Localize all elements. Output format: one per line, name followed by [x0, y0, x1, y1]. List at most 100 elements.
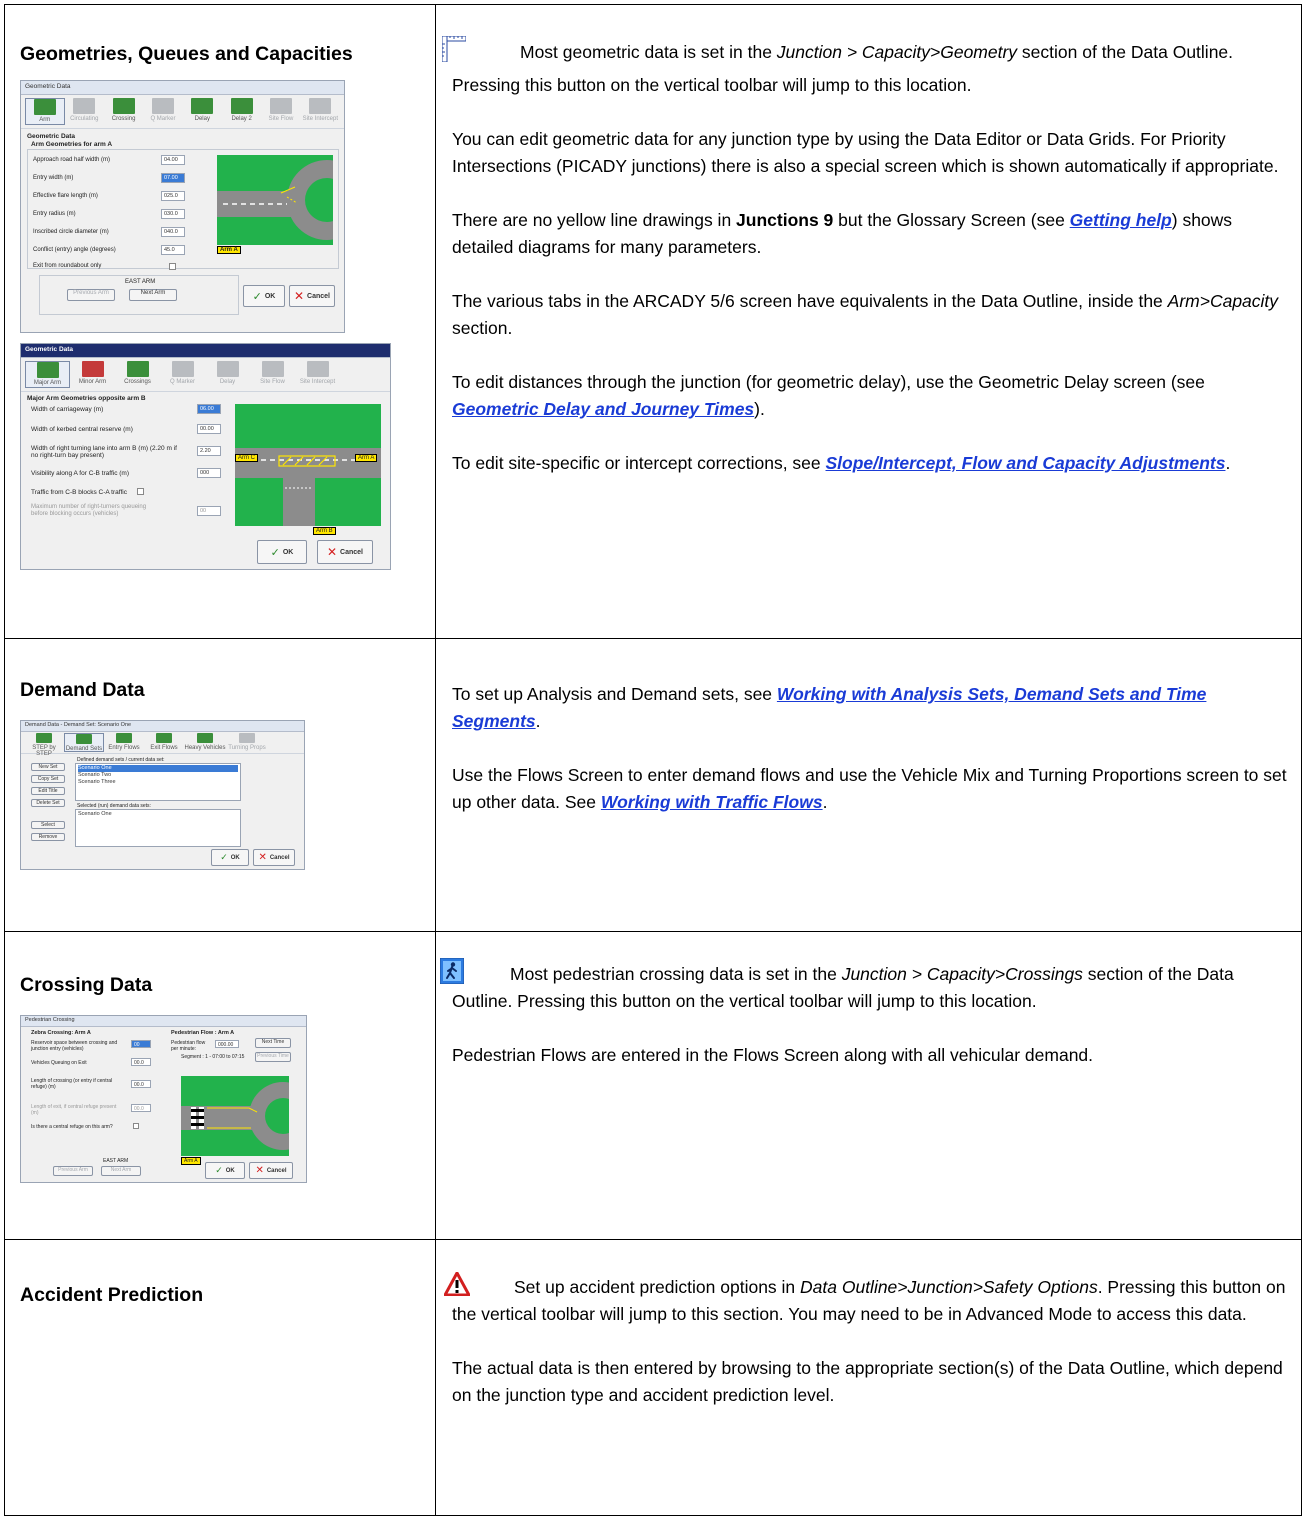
- traffic-flows-link[interactable]: Working with Traffic Flows: [601, 792, 823, 812]
- window-title: Demand Data - Demand Set: Scenario One: [21, 721, 304, 732]
- field-input: 04.00: [161, 155, 185, 165]
- crossings-tab-icon: [126, 361, 149, 377]
- field-input: 030.0: [161, 209, 185, 219]
- window-title: Geometric Data: [21, 81, 344, 95]
- site-flow-tab-icon: [269, 98, 292, 114]
- selected-sets-list: Scenario One: [75, 809, 241, 847]
- field-label: Width of kerbed central reserve (m): [31, 426, 133, 433]
- field-input: 06.00: [197, 404, 221, 414]
- paragraph: The various tabs in the ARCADY 5/6 scree…: [452, 291, 1279, 338]
- tab-entry-flows: Entry Flows: [104, 733, 144, 752]
- getting-help-link[interactable]: Getting help: [1070, 210, 1172, 230]
- entry-flows-tab-icon: [116, 733, 132, 743]
- row-crossing: Crossing Data Pedestrian Crossing Zebra …: [4, 931, 1302, 1240]
- cancel-button: ✕ Cancel: [289, 285, 335, 307]
- demand-data-screenshot: Demand Data - Demand Set: Scenario One S…: [20, 720, 305, 870]
- step-tab-icon: [36, 733, 52, 743]
- tab-strip: STEP by STEP Demand Sets Entry Flows Exi…: [21, 732, 304, 757]
- tab-minor-arm: Minor Arm: [70, 361, 115, 388]
- field-label: Conflict (entry) angle (degrees): [33, 247, 116, 253]
- checkbox: [169, 263, 176, 270]
- geometry-ruler-icon: [441, 35, 474, 68]
- field-label: Vehicles Queuing on Exit: [31, 1060, 87, 1066]
- delete-set-button: Delete Set: [31, 799, 65, 807]
- list-item: Scenario One: [78, 765, 238, 772]
- right-cell-accident: Set up accident prediction options in Da…: [435, 1239, 1302, 1516]
- tab-delay: Delay: [183, 98, 222, 125]
- left-cell-accident: Accident Prediction: [4, 1239, 436, 1516]
- paragraph: Set up accident prediction options in Da…: [443, 1271, 1289, 1328]
- tab-arm: Arm: [25, 98, 65, 125]
- paragraph: To edit distances through the junction (…: [452, 372, 1205, 419]
- field-input: 00: [197, 506, 221, 516]
- group-title: Geometric Data: [27, 133, 76, 140]
- delay-2-tab-icon: [230, 98, 253, 114]
- check-icon: ✓: [252, 290, 262, 303]
- arm-tab-icon: [33, 99, 56, 115]
- cancel-button: ✕ Cancel: [249, 1162, 293, 1179]
- field-label: Width of carriageway (m): [31, 406, 104, 413]
- q-marker-tab-icon: [171, 361, 194, 377]
- field-label: Effective flare length (m): [33, 193, 98, 199]
- section-heading: Demand Data: [20, 679, 145, 701]
- geometric-delay-link[interactable]: Geometric Delay and Journey Times: [452, 399, 754, 419]
- tab-circulating: Circulating: [65, 98, 104, 125]
- checkbox: [133, 1123, 139, 1129]
- cancel-button: ✕ Cancel: [317, 540, 373, 564]
- section-heading: Geometries, Queues and Capacities: [20, 43, 353, 65]
- footer-label: EAST ARM: [125, 279, 156, 285]
- crossing-tab-icon: [112, 98, 135, 114]
- ped-flow-input: 000.00: [215, 1040, 239, 1048]
- site-intercept-tab-icon: [306, 361, 329, 377]
- section-heading: Crossing Data: [20, 974, 153, 996]
- site-flow-tab-icon: [261, 361, 284, 377]
- turning-props-tab-icon: [239, 733, 255, 743]
- ped-flow-label: Pedestrian flow per minute:: [171, 1040, 206, 1052]
- new-set-button: New Set: [31, 763, 65, 771]
- next-arm-button: Next Arm: [101, 1166, 141, 1176]
- left-cell-crossing: Crossing Data Pedestrian Crossing Zebra …: [4, 931, 436, 1240]
- ok-button: ✓ OK: [257, 540, 307, 564]
- check-icon: ✓: [270, 546, 280, 559]
- field-input: 07.00: [161, 173, 185, 183]
- field-label: Length of exit, if central refuge presen…: [31, 1104, 117, 1116]
- cross-icon: ✕: [255, 1165, 264, 1176]
- arm-c-label: Arm C: [235, 454, 258, 462]
- window-title: Pedestrian Crossing: [21, 1016, 306, 1027]
- tab-site-flow: Site Flow: [261, 98, 300, 125]
- field-label: Maximum number of right-turners queueing…: [31, 504, 147, 517]
- minor-arm-tab-icon: [81, 361, 104, 377]
- check-icon: ✓: [215, 1165, 223, 1175]
- circulating-tab-icon: [73, 98, 96, 114]
- edit-title-button: Edit Title: [31, 787, 65, 795]
- site-intercept-tab-icon: [309, 98, 332, 114]
- row-geometries: Geometries, Queues and Capacities Geomet…: [4, 4, 1302, 639]
- tab-exit-flows: Exit Flows: [144, 733, 184, 752]
- arm-a-label: Arm A: [217, 246, 241, 254]
- slope-intercept-link[interactable]: Slope/Intercept, Flow and Capacity Adjus…: [826, 453, 1226, 473]
- warning-icon: [443, 1271, 471, 1297]
- ok-button: ✓ OK: [205, 1162, 245, 1179]
- field-label: Entry radius (m): [33, 211, 76, 217]
- checkbox: [137, 488, 144, 495]
- left-heading: Zebra Crossing: Arm A: [31, 1030, 91, 1036]
- paragraph: Most geometric data is set in the Juncti…: [441, 35, 1289, 99]
- paragraph: Pedestrian Flows are entered in the Flow…: [452, 1045, 1094, 1065]
- tab-turning-props: Turning Props: [226, 733, 268, 752]
- priority-geometric-data-screenshot: Geometric Data Major Arm Minor Arm Cross…: [20, 343, 391, 570]
- footer-label: EAST ARM: [103, 1158, 129, 1164]
- list-item: Scenario Three: [78, 779, 116, 785]
- field-label: Exit from roundabout only: [33, 263, 102, 269]
- arm-a-label: Arm A: [181, 1157, 201, 1165]
- field-label: Approach road half width (m): [33, 157, 111, 163]
- paragraph: To edit site-specific or intercept corre…: [452, 453, 1231, 473]
- geometric-data-screenshot: Geometric Data Arm Circulating Crossing …: [20, 80, 345, 333]
- field-input: 040.0: [161, 227, 185, 237]
- field-input: 45.0: [161, 245, 185, 255]
- right-cell-geometries: Most geometric data is set in the Juncti…: [435, 4, 1302, 639]
- field-input: 025.0: [161, 191, 185, 201]
- window-title: Geometric Data: [21, 344, 390, 358]
- section-heading: Accident Prediction: [20, 1284, 204, 1306]
- field-label: Width of right turning lane into arm B (…: [31, 445, 177, 459]
- ok-button: ✓ OK: [211, 849, 249, 866]
